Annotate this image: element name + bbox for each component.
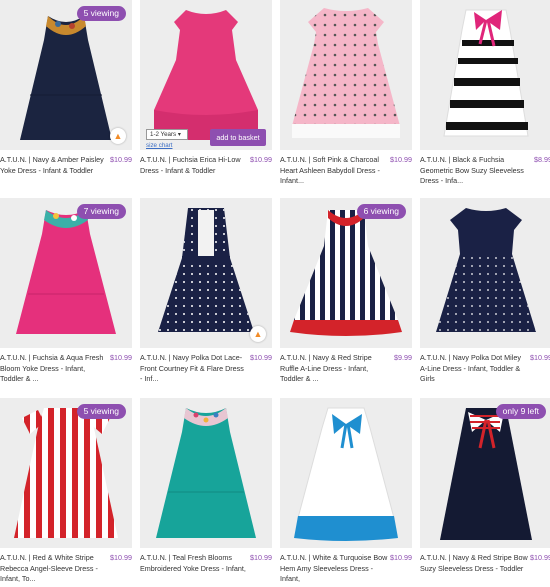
viewing-badge: 6 viewing xyxy=(356,204,406,219)
black-geometric-dress-image xyxy=(443,9,529,137)
product-image[interactable] xyxy=(140,398,272,548)
product-price: $8.99 xyxy=(534,155,550,164)
product-image[interactable]: only 9 left xyxy=(420,398,550,548)
size-chart-link[interactable]: size chart xyxy=(146,142,172,149)
pink-heart-dress-image xyxy=(292,8,400,138)
navy-red-bow-dress-image xyxy=(440,408,532,540)
product-price: $10.99 xyxy=(110,553,132,562)
product-image[interactable] xyxy=(420,198,550,348)
product-name[interactable]: A.T.U.N. | Fuchsia Erica Hi-Low Dress - … xyxy=(140,155,248,176)
product-name[interactable]: A.T.U.N. | Fuchsia & Aqua Fresh Bloom Yo… xyxy=(0,353,108,385)
product-name[interactable]: A.T.U.N. | Navy Polka Dot Miley A-Line D… xyxy=(420,353,528,385)
product-price: $10.99 xyxy=(390,553,412,562)
add-to-basket-button[interactable]: add to basket xyxy=(210,129,266,146)
navy-polka-dot-dress-image xyxy=(158,208,254,332)
product-image[interactable]: 6 viewing xyxy=(280,198,412,348)
chevron-down-icon: ▾ xyxy=(177,131,181,138)
navy-amber-dress-image xyxy=(20,16,112,140)
viewing-badge: 5 viewing xyxy=(76,404,126,419)
product-card[interactable]: 5 viewing ▲ A.T.U.N. | Navy & Amber Pais… xyxy=(0,0,132,176)
product-name[interactable]: A.T.U.N. | Navy Polka Dot Lace-Front Cou… xyxy=(140,353,248,385)
viewing-badge: 5 viewing xyxy=(76,6,126,21)
white-turquoise-dress-image xyxy=(294,407,398,541)
product-price: $10.99 xyxy=(250,155,272,164)
teal-dress-image xyxy=(156,408,256,538)
navy-red-stripe-dress-image xyxy=(290,210,402,336)
product-card[interactable]: only 9 left A.T.U.N. | Navy & Red Stripe… xyxy=(420,398,550,574)
product-image[interactable]: 7 viewing xyxy=(0,198,132,348)
product-card[interactable]: A.T.U.N. | Soft Pink & Charcoal Heart As… xyxy=(280,0,412,187)
fuchsia-aqua-dress-image xyxy=(16,210,116,334)
product-price: $10.99 xyxy=(110,155,132,164)
red-white-stripe-dress-image xyxy=(14,408,118,538)
product-price: $10.99 xyxy=(530,353,550,362)
product-price: $10.99 xyxy=(250,553,272,562)
product-name[interactable]: A.T.U.N. | White & Turquoise Bow Hem Amy… xyxy=(280,553,388,585)
product-name[interactable]: A.T.U.N. | Teal Fresh Blooms Embroidered… xyxy=(140,553,248,574)
trending-fire-icon: ▲ xyxy=(250,326,266,342)
product-name[interactable]: A.T.U.N. | Soft Pink & Charcoal Heart As… xyxy=(280,155,388,187)
navy-miley-dress-image xyxy=(436,208,536,332)
product-card[interactable]: A.T.U.N. | Black & Fuchsia Geometric Bow… xyxy=(420,0,550,187)
product-card[interactable]: A.T.U.N. | Teal Fresh Blooms Embroidered… xyxy=(140,398,272,574)
product-card[interactable]: 1-2 Years ▾ size chart add to basket A.T… xyxy=(140,0,272,176)
product-card[interactable]: A.T.U.N. | White & Turquoise Bow Hem Amy… xyxy=(280,398,412,585)
product-card[interactable]: ▲ A.T.U.N. | Navy Polka Dot Lace-Front C… xyxy=(140,198,272,385)
product-grid: 5 viewing ▲ A.T.U.N. | Navy & Amber Pais… xyxy=(0,0,550,587)
product-price: $10.99 xyxy=(250,353,272,362)
product-name[interactable]: A.T.U.N. | Navy & Red Stripe Bow Suzy Sl… xyxy=(420,553,528,574)
product-name[interactable]: A.T.U.N. | Red & White Stripe Rebecca An… xyxy=(0,553,108,585)
product-price: $9.99 xyxy=(394,353,412,362)
product-card[interactable]: 7 viewing A.T.U.N. | Fuchsia & Aqua Fres… xyxy=(0,198,132,385)
product-card[interactable]: A.T.U.N. | Navy Polka Dot Miley A-Line D… xyxy=(420,198,550,385)
product-card[interactable]: 6 viewing A.T.U.N. | Navy & Red Stripe R… xyxy=(280,198,412,385)
size-select[interactable]: 1-2 Years ▾ xyxy=(146,129,188,140)
product-image[interactable]: 5 viewing xyxy=(0,398,132,548)
product-image[interactable] xyxy=(280,0,412,150)
product-card[interactable]: 5 viewing A.T.U.N. | Red & White Stripe … xyxy=(0,398,132,585)
product-image[interactable] xyxy=(280,398,412,548)
product-name[interactable]: A.T.U.N. | Black & Fuchsia Geometric Bow… xyxy=(420,155,528,187)
product-image[interactable]: 5 viewing ▲ xyxy=(0,0,132,150)
product-image[interactable]: 1-2 Years ▾ size chart add to basket xyxy=(140,0,272,150)
trending-fire-icon: ▲ xyxy=(110,128,126,144)
product-price: $10.99 xyxy=(530,553,550,562)
product-price: $10.99 xyxy=(110,353,132,362)
product-image[interactable]: ▲ xyxy=(140,198,272,348)
product-name[interactable]: A.T.U.N. | Navy & Amber Paisley Yoke Dre… xyxy=(0,155,108,176)
viewing-badge: 7 viewing xyxy=(76,204,126,219)
product-image[interactable] xyxy=(420,0,550,150)
fuchsia-dress-image xyxy=(154,10,258,140)
product-name[interactable]: A.T.U.N. | Navy & Red Stripe Ruffle A-Li… xyxy=(280,353,388,385)
product-price: $10.99 xyxy=(390,155,412,164)
stock-badge: only 9 left xyxy=(495,404,546,419)
